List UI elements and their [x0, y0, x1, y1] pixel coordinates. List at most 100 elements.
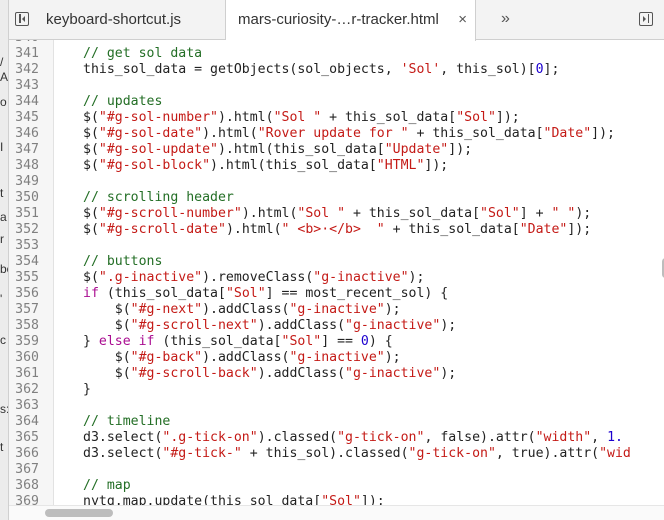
code-token: ] + — [519, 206, 552, 221]
code-token: $( — [83, 126, 99, 141]
code-number: 0 — [535, 62, 544, 77]
more-tabs-icon[interactable]: » — [501, 10, 510, 28]
code-string: "width" — [535, 430, 592, 445]
code-text: } else if (this_sol_data["Sol"] == 0) { — [83, 334, 393, 350]
code-line: 364 // timeline — [9, 414, 664, 430]
code-token: $( — [83, 302, 131, 317]
code-string: "Sol" — [281, 334, 322, 349]
code-string: "#g-back" — [130, 350, 203, 365]
code-text: if (this_sol_data["Sol"] == most_recent_… — [83, 286, 448, 302]
left-panel-text: bo — [0, 262, 8, 276]
code-keyword: if — [83, 286, 99, 301]
tab-keyboard-shortcut[interactable]: keyboard-shortcut.js — [34, 0, 226, 40]
code-token: ] == — [321, 334, 361, 349]
tab-label: keyboard-shortcut.js — [46, 11, 182, 28]
line-number: 358 — [15, 318, 39, 333]
code-string: 'Sol' — [400, 62, 441, 77]
left-panel-text: A — [0, 70, 9, 84]
line-number: 366 — [15, 446, 39, 461]
code-line: 357 $("#g-next").addClass("g-inactive"); — [9, 302, 664, 318]
code-text: $("#g-scroll-back").addClass("g-inactive… — [83, 366, 456, 382]
tab-mars-curiosity[interactable]: mars-curiosity-…r-tracker.html × — [226, 0, 476, 41]
code-comment: // map — [83, 478, 131, 493]
code-token: ).html(this_sol_data[ — [217, 142, 385, 157]
code-text: $("#g-sol-number").html("Sol " + this_so… — [83, 110, 520, 126]
code-string: "#g-sol-block" — [98, 158, 211, 173]
code-string: "g-inactive" — [313, 270, 409, 285]
line-number: 351 — [15, 206, 39, 221]
code-token: ); — [384, 302, 401, 317]
close-icon[interactable]: × — [458, 0, 467, 40]
code-text: $("#g-scroll-date").html(" <b>·</b> " + … — [83, 222, 591, 238]
left-panel-text: r — [0, 232, 4, 246]
code-line: 344 // updates — [9, 94, 664, 110]
code-token: + this_sol).classed( — [241, 446, 409, 461]
code-token: ).html( — [241, 206, 298, 221]
code-text: d3.select("#g-tick-" + this_sol).classed… — [83, 446, 631, 462]
code-editor[interactable]: 340341// get sol data342this_sol_data = … — [9, 40, 664, 505]
code-token: ).addClass( — [202, 350, 290, 365]
tab-label: mars-curiosity-…r-tracker.html — [238, 11, 439, 28]
code-text: } — [83, 382, 91, 398]
line-number: 369 — [15, 494, 39, 505]
code-text: $("#g-sol-block").html(this_sol_data["HT… — [83, 158, 448, 174]
code-token: ).addClass( — [202, 302, 290, 317]
left-panel-text: ' — [0, 292, 3, 306]
code-token: ).html(this_sol_data[ — [210, 158, 377, 173]
code-token: ]); — [424, 158, 449, 173]
code-token: } — [83, 382, 91, 397]
code-string: ".g-inactive" — [98, 270, 203, 285]
line-number: 352 — [15, 222, 39, 237]
toggle-navigator-icon[interactable] — [15, 12, 29, 26]
left-panel-text: s: — [0, 402, 9, 416]
code-line: 366 d3.select("#g-tick-" + this_sol).clas… — [9, 446, 664, 462]
left-panel-text: o — [0, 95, 7, 109]
line-number: 365 — [15, 430, 39, 445]
code-token: ); — [440, 318, 457, 333]
code-token: $( — [83, 158, 99, 173]
code-string: " " — [551, 206, 576, 221]
code-text: // updates — [83, 94, 162, 110]
line-number: 354 — [15, 254, 39, 269]
code-comment: // scrolling header — [83, 190, 234, 205]
code-line: 368 // map — [9, 478, 664, 494]
code-token: ).addClass( — [257, 318, 346, 333]
line-number: 345 — [15, 110, 39, 125]
code-line: 345 $("#g-sol-number").html("Sol " + this… — [9, 110, 664, 126]
code-token: (this_sol_data[ — [154, 334, 282, 349]
code-string: "g-inactive" — [345, 366, 441, 381]
horizontal-scrollbar-thumb[interactable] — [45, 509, 113, 517]
code-token: + this_sol_data[ — [321, 110, 457, 125]
code-line: 347 $("#g-sol-update").html(this_sol_data… — [9, 142, 664, 158]
code-string: "#g-sol-update" — [98, 142, 218, 157]
toggle-sidebar-icon[interactable] — [639, 12, 653, 26]
left-panel-text: a — [0, 210, 7, 224]
line-number: 347 — [15, 142, 39, 157]
code-token: , this_sol)[ — [440, 62, 536, 77]
line-number: 362 — [15, 382, 39, 397]
code-line: 358 $("#g-scroll-next").addClass("g-inac… — [9, 318, 664, 334]
code-token: d3.select( — [83, 446, 163, 461]
line-number: 359 — [15, 334, 39, 349]
code-line: 342 this_sol_data = getObjects(sol_object… — [9, 62, 664, 78]
code-token: ); — [440, 366, 457, 381]
line-number: 346 — [15, 126, 39, 141]
code-token: + this_sol_data[ — [345, 206, 481, 221]
code-string: "wid — [599, 446, 631, 461]
horizontal-scrollbar[interactable] — [9, 505, 664, 520]
code-token: $( — [83, 222, 99, 237]
code-token: ]); — [591, 126, 615, 141]
code-token: ); — [384, 350, 401, 365]
code-string: "Sol" — [456, 110, 496, 125]
code-line: 348 $("#g-sol-block").html(this_sol_data[… — [9, 158, 664, 174]
code-string: "#g-scroll-number" — [98, 206, 242, 221]
code-line: 353 — [9, 238, 664, 254]
code-line: 343 — [9, 78, 664, 94]
code-text: $("#g-next").addClass("g-inactive"); — [83, 302, 401, 318]
code-string: "g-inactive" — [345, 318, 441, 333]
code-string: "Rover update for " — [257, 126, 409, 141]
code-string: "#g-scroll-next" — [130, 318, 258, 333]
left-panel-text: t — [0, 186, 4, 200]
line-number: 341 — [15, 46, 39, 61]
code-line: 361 $("#g-scroll-back").addClass("g-inac… — [9, 366, 664, 382]
